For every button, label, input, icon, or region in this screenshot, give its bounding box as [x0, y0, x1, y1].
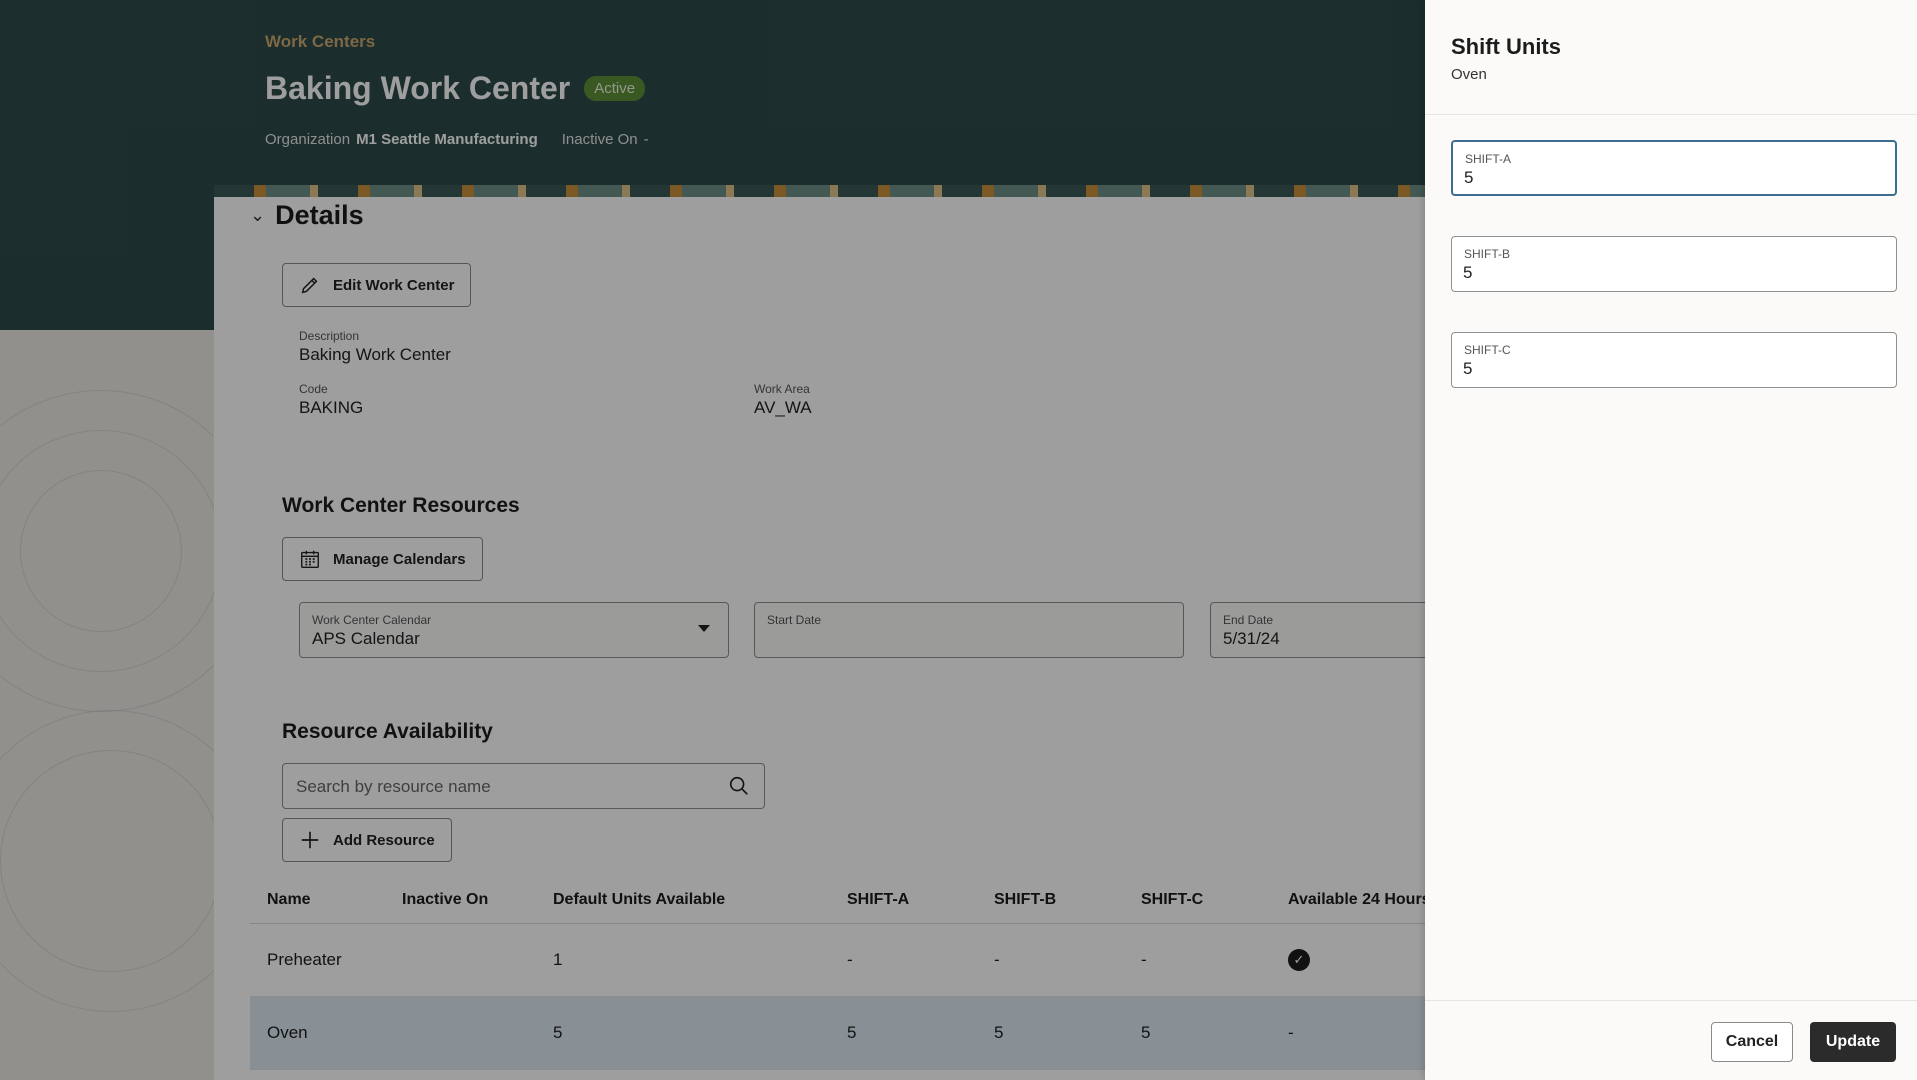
shift-b-label: SHIFT-B [1464, 247, 1511, 261]
app-window: Work Centers Baking Work Center Active O… [0, 0, 1917, 1080]
drawer-subtitle: Oven [1451, 66, 1487, 83]
shift-b-field[interactable]: SHIFT-B [1451, 236, 1897, 292]
shift-c-input[interactable] [1463, 359, 1863, 379]
drawer-title: Shift Units [1451, 34, 1561, 59]
shift-a-input[interactable] [1464, 168, 1864, 188]
shift-a-label: SHIFT-A [1465, 152, 1512, 166]
shift-units-drawer: Shift Units Oven SHIFT-A SHIFT-B SHIFT-C… [1425, 0, 1917, 1080]
modal-backdrop[interactable] [0, 0, 1425, 1080]
shift-a-field[interactable]: SHIFT-A [1451, 140, 1897, 196]
shift-c-field[interactable]: SHIFT-C [1451, 332, 1897, 388]
drawer-footer-divider [1425, 1000, 1917, 1001]
update-button[interactable]: Update [1810, 1022, 1896, 1062]
shift-b-input[interactable] [1463, 263, 1863, 283]
drawer-divider [1425, 114, 1917, 115]
cancel-button[interactable]: Cancel [1711, 1022, 1793, 1062]
shift-c-label: SHIFT-C [1464, 343, 1511, 357]
